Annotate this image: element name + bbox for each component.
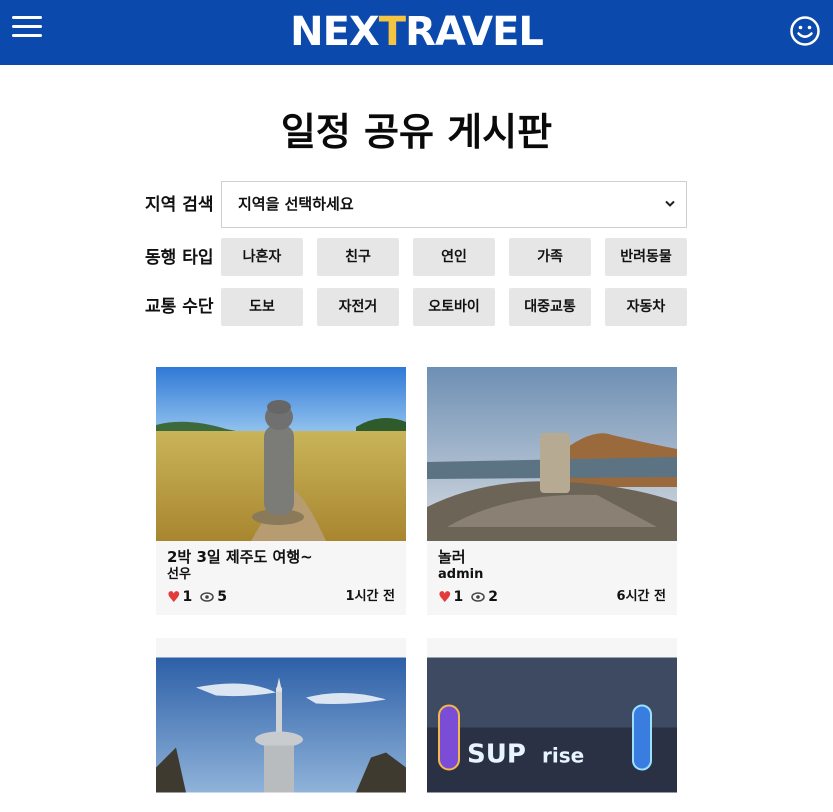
transport-label: 교통 수단 bbox=[145, 297, 214, 317]
transport-chip-public[interactable]: 대중교통 bbox=[509, 288, 591, 326]
transport-chip-motorcycle[interactable]: 오토바이 bbox=[413, 288, 495, 326]
view-count: 5 bbox=[217, 589, 227, 605]
page-title: 일정 공유 게시판 bbox=[280, 110, 553, 154]
profile-button[interactable] bbox=[789, 15, 821, 47]
post-card[interactable]: SUP rise bbox=[427, 638, 677, 793]
companion-chip-pet[interactable]: 반려동물 bbox=[605, 238, 687, 276]
companion-chip-friend[interactable]: 친구 bbox=[317, 238, 399, 276]
post-thumbnail bbox=[156, 657, 406, 793]
post-thumbnail bbox=[156, 367, 406, 541]
transport-chip-bicycle[interactable]: 자전거 bbox=[317, 288, 399, 326]
post-card[interactable] bbox=[156, 638, 406, 793]
post-title: 2박 3일 제주도 여행~ bbox=[167, 548, 313, 566]
logo-text-start: NEX bbox=[290, 9, 380, 55]
post-thumbnail bbox=[427, 367, 677, 541]
post-time: 1시간 전 bbox=[345, 589, 395, 604]
companion-label: 동행 타입 bbox=[145, 248, 214, 268]
companion-chip-family[interactable]: 가족 bbox=[509, 238, 591, 276]
region-label: 지역 검색 bbox=[145, 195, 214, 215]
region-select-value: 지역을 선택하세요 bbox=[238, 195, 354, 213]
view-count: 2 bbox=[488, 589, 498, 605]
svg-text:SUP: SUP bbox=[467, 740, 526, 770]
heart-icon: ♥ bbox=[438, 588, 452, 606]
post-time: 6시간 전 bbox=[616, 589, 666, 604]
smiley-icon bbox=[790, 16, 820, 46]
post-stats: ♥ 1 2 bbox=[438, 588, 498, 606]
heart-icon: ♥ bbox=[167, 588, 181, 606]
companion-chip-solo[interactable]: 나혼자 bbox=[221, 238, 303, 276]
post-info: 2박 3일 제주도 여행~ 선우 ♥ 1 5 1시간 전 bbox=[156, 541, 406, 615]
post-stats: ♥ 1 5 bbox=[167, 588, 227, 606]
region-select[interactable]: 지역을 선택하세요 bbox=[221, 181, 687, 228]
post-card[interactable]: 2박 3일 제주도 여행~ 선우 ♥ 1 5 1시간 전 bbox=[156, 367, 406, 615]
transport-chip-walk[interactable]: 도보 bbox=[221, 288, 303, 326]
eye-icon bbox=[200, 592, 214, 602]
logo-text-accent: T bbox=[378, 9, 406, 55]
post-author: 선우 bbox=[167, 567, 191, 582]
transport-chip-car[interactable]: 자동차 bbox=[605, 288, 687, 326]
post-title: 놀러 bbox=[438, 548, 466, 566]
top-header: NEXTRAVEL bbox=[0, 0, 833, 65]
post-author: admin bbox=[438, 567, 484, 582]
post-thumbnail: SUP rise bbox=[427, 657, 677, 793]
like-count: 1 bbox=[182, 589, 193, 605]
svg-text:rise: rise bbox=[542, 744, 584, 768]
post-card[interactable]: 놀러 admin ♥ 1 2 6시간 전 bbox=[427, 367, 677, 615]
post-info: 놀러 admin ♥ 1 2 6시간 전 bbox=[427, 541, 677, 615]
eye-icon bbox=[471, 592, 485, 602]
logo[interactable]: NEXTRAVEL bbox=[0, 6, 833, 58]
companion-chip-couple[interactable]: 연인 bbox=[413, 238, 495, 276]
chevron-down-icon bbox=[664, 182, 676, 246]
logo-text-end: RAVEL bbox=[405, 9, 544, 55]
like-count: 1 bbox=[453, 589, 464, 605]
